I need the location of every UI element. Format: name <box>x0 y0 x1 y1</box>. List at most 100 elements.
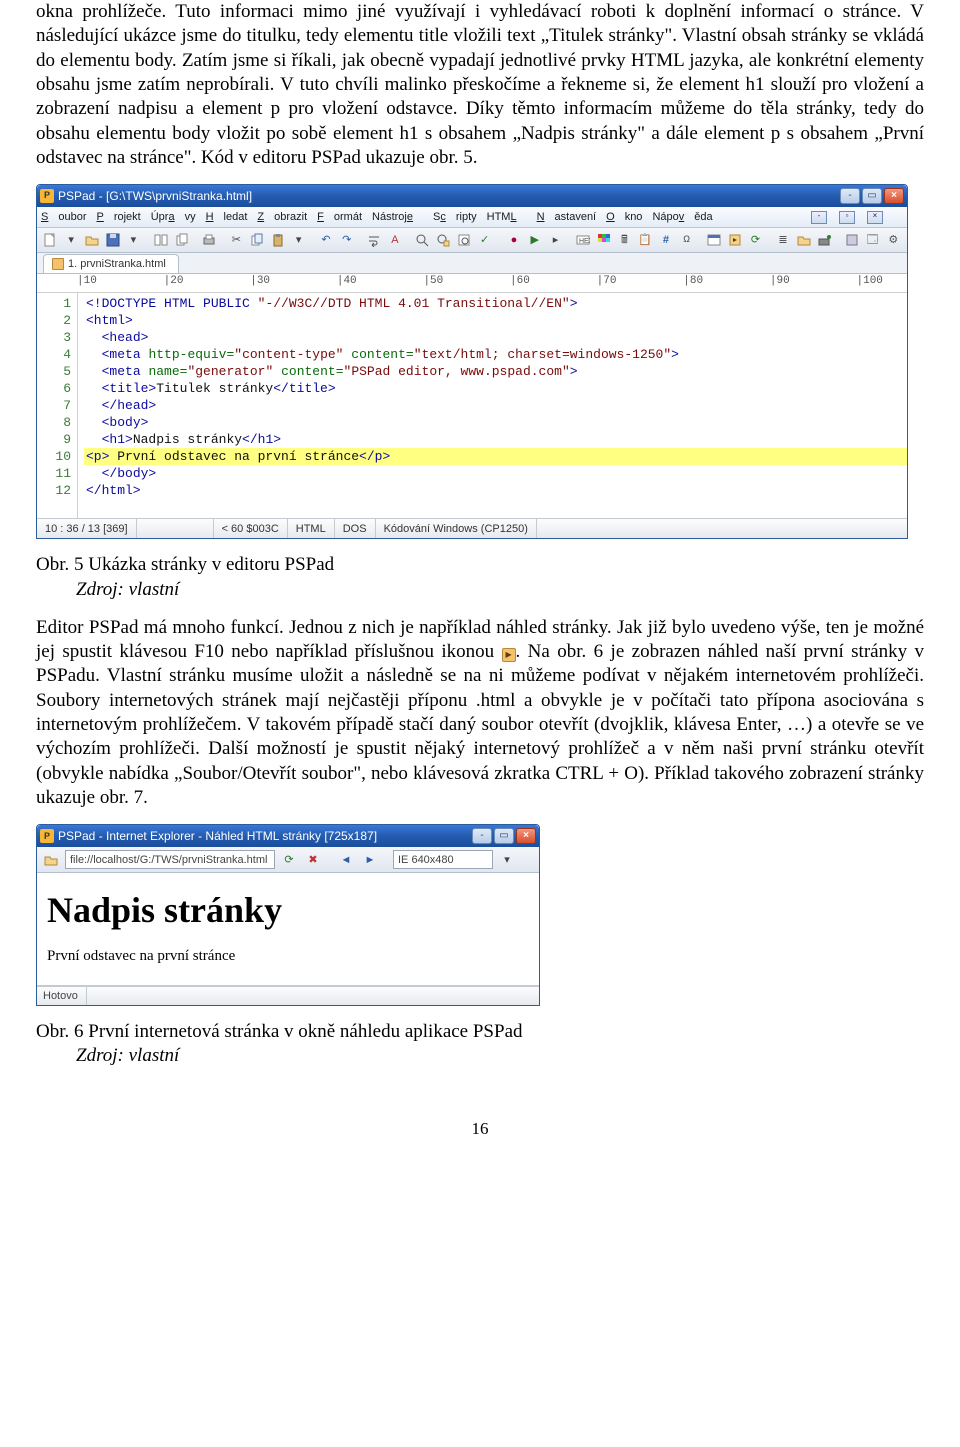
explorer-icon[interactable] <box>794 230 813 250</box>
pspad-preview-window: P PSPad - Internet Explorer - Náhled HTM… <box>36 824 540 1005</box>
figure-5-source: Zdroj: vlastní <box>36 578 924 602</box>
code-area[interactable]: 123456789101112 <!DOCTYPE HTML PUBLIC "-… <box>37 293 907 518</box>
preview-resolution-dropdown-icon[interactable]: ▾ <box>497 850 517 870</box>
preview-refresh-icon[interactable]: ⟳ <box>279 850 299 870</box>
status-encoding: Kódování Windows (CP1250) <box>376 519 537 538</box>
preview-minimize-button[interactable]: - <box>472 828 492 844</box>
preview-back-icon[interactable]: ◄ <box>336 850 356 870</box>
browser-preview-icon[interactable] <box>705 230 724 250</box>
undo-icon[interactable]: ↶ <box>317 230 336 250</box>
macro-play-icon[interactable]: ▶ <box>525 230 544 250</box>
new-file-dropdown-icon[interactable]: ▾ <box>62 230 81 250</box>
close-button[interactable]: × <box>884 188 904 204</box>
body-paragraph: Editor PSPad má mnoho funkcí. Jednou z n… <box>36 616 924 811</box>
menu-okno[interactable]: Okno <box>606 210 642 224</box>
svg-text:HEX: HEX <box>579 238 590 245</box>
status-cursor: 10 : 36 / 13 [369] <box>37 519 137 538</box>
spellcheck-icon[interactable]: ✓ <box>475 230 494 250</box>
menubar: Soubor Projekt Úpravy Hledat Zobrazit Fo… <box>37 207 907 228</box>
ascii-icon[interactable]: Ω <box>677 230 696 250</box>
code-explorer-icon[interactable]: 🗔 <box>863 230 882 250</box>
replace-icon[interactable] <box>434 230 453 250</box>
menu-html[interactable]: HTML <box>487 210 527 224</box>
wordwrap-icon[interactable] <box>365 230 384 250</box>
paste-dropdown-icon[interactable]: ▾ <box>289 230 308 250</box>
pspad-app-icon: P <box>40 829 54 843</box>
document-tabstrip: 1. prvniStranka.html <box>37 253 907 274</box>
paste-icon[interactable] <box>268 230 287 250</box>
maximize-button[interactable]: ▭ <box>862 188 882 204</box>
refresh-icon[interactable]: ⟳ <box>746 230 765 250</box>
preview-titlebar: P PSPad - Internet Explorer - Náhled HTM… <box>37 825 539 847</box>
mdi-restore-button[interactable]: ▫ <box>839 211 855 224</box>
charmap-icon[interactable]: # <box>657 230 676 250</box>
menu-soubor[interactable]: Soubor <box>41 210 86 224</box>
preview-stop-icon[interactable]: ✖ <box>303 850 323 870</box>
calculator-icon[interactable]: 🖩 <box>615 230 634 250</box>
macro-record-icon[interactable]: ● <box>505 230 524 250</box>
para2b: . Na obr. 6 je zobrazen náhled naší prvn… <box>36 641 924 808</box>
menu-napoveda[interactable]: Nápověda <box>652 210 712 224</box>
menu-upravy[interactable]: Úpravy <box>151 210 196 224</box>
body-paragraph: okna prohlížeče. Tuto informaci mimo jin… <box>36 0 924 170</box>
clipboard-icon[interactable]: 📋 <box>636 230 655 250</box>
copy-icon[interactable] <box>248 230 267 250</box>
editor-title: PSPad - [G:\TWS\prvniStranka.html] <box>58 189 838 204</box>
pspad-app-icon: P <box>40 189 54 203</box>
multifile-icon[interactable] <box>172 230 191 250</box>
menu-nastaveni[interactable]: Nastavení <box>537 210 597 224</box>
ftp-icon[interactable] <box>815 230 834 250</box>
save-file-icon[interactable] <box>103 230 122 250</box>
hex-icon[interactable]: HEX <box>574 230 593 250</box>
open-dropdown-icon[interactable]: ▾ <box>124 230 143 250</box>
preview-resolution-select[interactable]: IE 640x480 <box>393 850 493 869</box>
macro-open-icon[interactable]: ▸ <box>546 230 565 250</box>
status-char: < 60 $003C <box>214 519 288 538</box>
preview-close-button[interactable]: × <box>516 828 536 844</box>
preview-statusbar: Hotovo <box>37 986 539 1005</box>
cut-icon[interactable]: ✂ <box>227 230 246 250</box>
status-spacer <box>537 519 907 538</box>
tool-panel-icon[interactable] <box>842 230 861 250</box>
menu-scripty[interactable]: Scripty <box>433 210 477 224</box>
toolbar-1: ▾ ▾ ✂ ▾ ↶ ↷ A ✓ ● ▶ ▸ HEX 🖩 📋 # Ω <box>37 228 907 253</box>
preview-paragraph: První odstavec na první stránce <box>47 947 529 966</box>
new-file-icon[interactable] <box>41 230 60 250</box>
menu-projekt[interactable]: Projekt <box>96 210 140 224</box>
preview-toolbar: file://localhost/G:/TWS/prvniStranka.htm… <box>37 847 539 873</box>
print-icon[interactable] <box>200 230 219 250</box>
status-eol: DOS <box>335 519 376 538</box>
color-picker-icon[interactable] <box>594 230 613 250</box>
statusbar: 10 : 36 / 13 [369] < 60 $003C HTML DOS K… <box>37 518 907 538</box>
menu-format[interactable]: Formát <box>317 210 362 224</box>
preview-maximize-button[interactable]: ▭ <box>494 828 514 844</box>
preview-status-text: Hotovo <box>43 987 87 1005</box>
open-file-icon[interactable] <box>83 230 102 250</box>
find-in-files-icon[interactable] <box>454 230 473 250</box>
document-tab[interactable]: 1. prvniStranka.html <box>43 254 179 273</box>
syntax-highlight-icon[interactable]: A <box>386 230 405 250</box>
mdi-minimize-button[interactable]: - <box>811 211 827 224</box>
mdi-close-button[interactable]: × <box>867 211 883 224</box>
line-gutter: 123456789101112 <box>37 293 78 518</box>
compare-icon[interactable] <box>151 230 170 250</box>
menu-zobrazit[interactable]: Zobrazit <box>257 210 307 224</box>
code-content[interactable]: <!DOCTYPE HTML PUBLIC "-//W3C//DTD HTML … <box>78 293 907 518</box>
minimize-button[interactable]: - <box>840 188 860 204</box>
preview-forward-icon[interactable]: ► <box>360 850 380 870</box>
menu-hledat[interactable]: Hledat <box>206 210 248 224</box>
preview-title: PSPad - Internet Explorer - Náhled HTML … <box>58 829 470 844</box>
text-diff-icon[interactable]: ≣ <box>774 230 793 250</box>
preview-url-field[interactable]: file://localhost/G:/TWS/prvniStranka.htm… <box>65 850 275 869</box>
preview-open-icon[interactable] <box>41 850 61 870</box>
settings-icon[interactable]: ⚙ <box>884 230 903 250</box>
page-number: 16 <box>36 1118 924 1140</box>
redo-icon[interactable]: ↷ <box>337 230 356 250</box>
editor-titlebar: P PSPad - [G:\TWS\prvniStranka.html] - ▭… <box>37 185 907 207</box>
menu-nastroje[interactable]: Nástroje <box>372 210 423 224</box>
figure-5-caption: Obr. 5 Ukázka stránky v editoru PSPad <box>36 553 924 577</box>
html-preview-icon[interactable] <box>725 230 744 250</box>
preview-heading: Nadpis stránky <box>47 887 529 933</box>
find-icon[interactable] <box>413 230 432 250</box>
figure-6-caption: Obr. 6 První internetová stránka v okně … <box>36 1020 924 1044</box>
